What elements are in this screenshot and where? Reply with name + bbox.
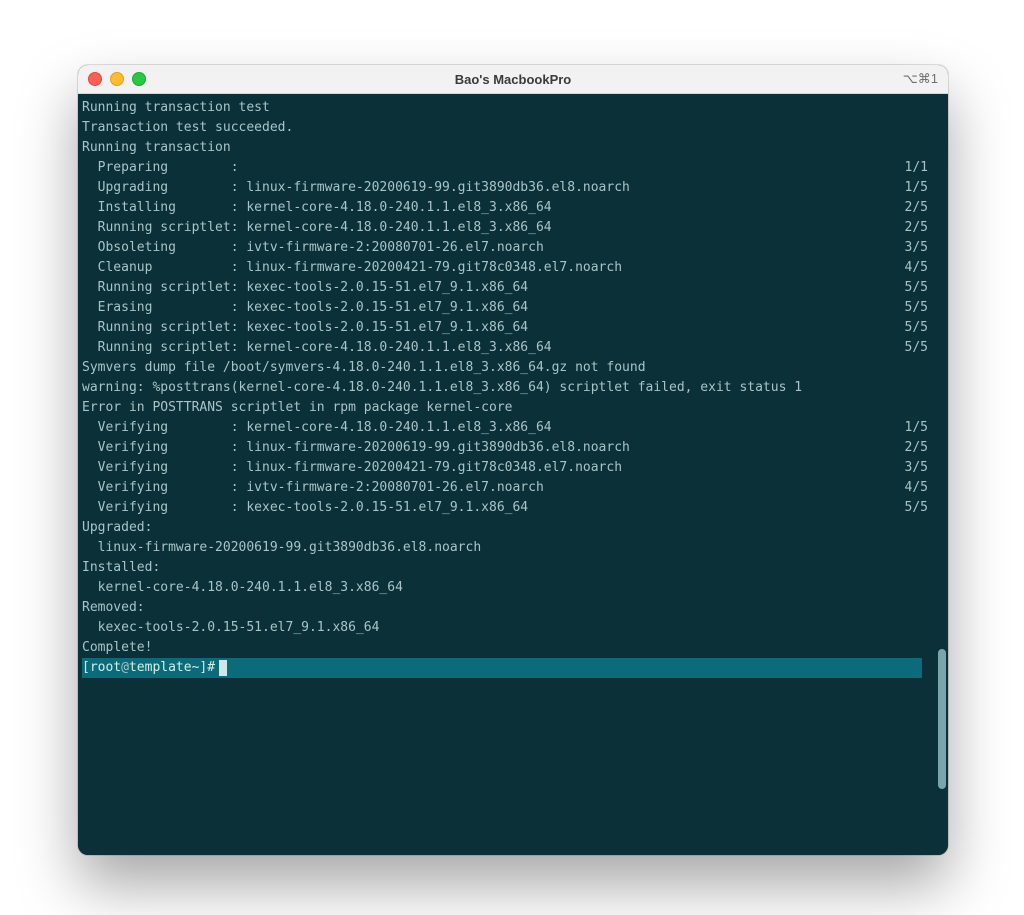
terminal-line: linux-firmware-20200619-99.git3890db36.e… [82,538,948,558]
terminal-line: warning: %posttrans(kernel-core-4.18.0-2… [82,378,948,398]
traffic-lights [88,72,146,86]
terminal-line: Removed: [82,598,948,618]
progress-count: 5/5 [905,338,928,358]
progress-count: 5/5 [905,298,928,318]
terminal-line: Verifying : ivtv-firmware-2:20080701-26.… [82,478,948,498]
terminal-line: Running scriptlet: kernel-core-4.18.0-24… [82,218,948,238]
terminal-window: Bao's MacbookPro ⌥⌘1 Running transaction… [78,65,948,855]
progress-count: 3/5 [905,458,928,478]
terminal-line: Running transaction [82,138,948,158]
prompt-at: @ [121,658,129,678]
terminal-line: kexec-tools-2.0.15-51.el7_9.1.x86_64 [82,618,948,638]
zoom-icon[interactable] [132,72,146,86]
progress-count: 5/5 [905,498,928,518]
terminal-line: Installing : kernel-core-4.18.0-240.1.1.… [82,198,948,218]
close-icon[interactable] [88,72,102,86]
prompt-symbol: # [207,658,215,678]
terminal-line: Complete! [82,638,948,658]
terminal-body[interactable]: Running transaction testTransaction test… [78,94,948,855]
progress-count: 1/1 [905,158,928,178]
cursor-icon [219,660,227,676]
window-title: Bao's MacbookPro [78,72,948,87]
terminal-line: Running scriptlet: kexec-tools-2.0.15-51… [82,278,948,298]
terminal-line: Verifying : kexec-tools-2.0.15-51.el7_9.… [82,498,948,518]
terminal-line: Verifying : linux-firmware-20200619-99.g… [82,438,948,458]
terminal-line: Preparing : 1/1 [82,158,948,178]
prompt-host: template [129,658,192,678]
scrollbar[interactable] [936,94,946,855]
progress-count: 1/5 [905,418,928,438]
terminal-line: Running scriptlet: kernel-core-4.18.0-24… [82,338,948,358]
terminal-line: Upgrading : linux-firmware-20200619-99.g… [82,178,948,198]
progress-count: 5/5 [905,278,928,298]
terminal-line: Running scriptlet: kexec-tools-2.0.15-51… [82,318,948,338]
prompt-close: ] [199,658,207,678]
terminal-line: Verifying : kernel-core-4.18.0-240.1.1.e… [82,418,948,438]
prompt-open: [ [82,658,90,678]
progress-count: 4/5 [905,478,928,498]
terminal-line: kernel-core-4.18.0-240.1.1.el8_3.x86_64 [82,578,948,598]
titlebar[interactable]: Bao's MacbookPro ⌥⌘1 [78,65,948,94]
prompt-path: ~ [192,658,200,678]
progress-count: 2/5 [905,438,928,458]
terminal-line: Running transaction test [82,98,948,118]
terminal-line: Obsoleting : ivtv-firmware-2:20080701-26… [82,238,948,258]
progress-count: 3/5 [905,238,928,258]
terminal-line: Erasing : kexec-tools-2.0.15-51.el7_9.1.… [82,298,948,318]
terminal-line: Installed: [82,558,948,578]
terminal-line: Verifying : linux-firmware-20200421-79.g… [82,458,948,478]
scrollbar-thumb[interactable] [938,649,946,789]
terminal-line: Symvers dump file /boot/symvers-4.18.0-2… [82,358,948,378]
prompt-user: root [90,658,121,678]
minimize-icon[interactable] [110,72,124,86]
terminal-line: Error in POSTTRANS scriptlet in rpm pack… [82,398,948,418]
progress-count: 1/5 [905,178,928,198]
window-shortcut: ⌥⌘1 [903,71,938,87]
shell-prompt[interactable]: [root@template ~]# [82,658,922,678]
terminal-line: Cleanup : linux-firmware-20200421-79.git… [82,258,948,278]
terminal-line: Upgraded: [82,518,948,538]
terminal-line: Transaction test succeeded. [82,118,948,138]
progress-count: 4/5 [905,258,928,278]
progress-count: 2/5 [905,198,928,218]
progress-count: 5/5 [905,318,928,338]
progress-count: 2/5 [905,218,928,238]
